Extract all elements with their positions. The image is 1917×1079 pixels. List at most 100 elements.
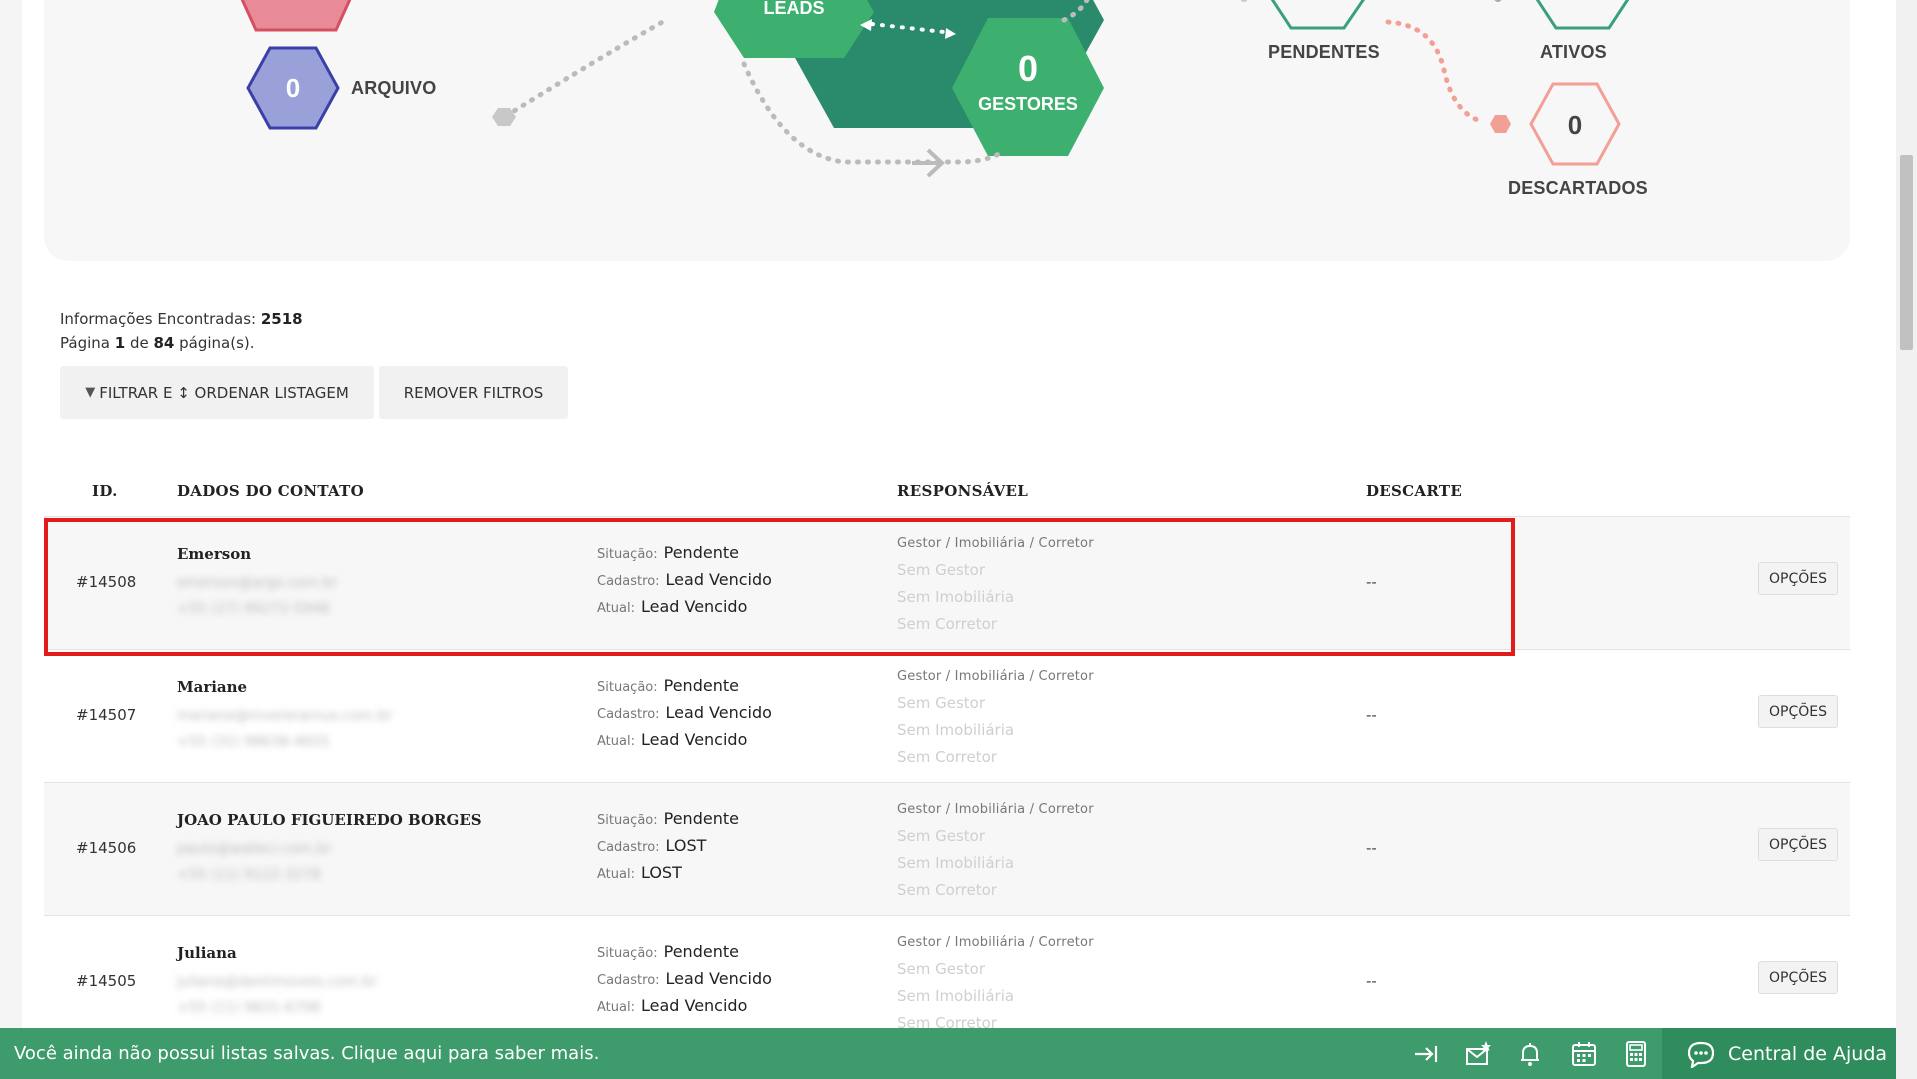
responsible-heading: Gestor / Imobiliária / Corretor [897,935,1094,950]
help-center-button[interactable]: Central de Ajuda [1662,1028,1896,1079]
scrollbar-thumb[interactable] [1900,155,1913,350]
status-value: Lead Vencido [640,597,748,616]
calendar-icon[interactable] [1570,1040,1598,1068]
calculator-icon[interactable] [1622,1040,1650,1068]
contact-email: mariane@mvererarnus.com.br [177,708,392,724]
status-value: Pendente [663,543,739,562]
responsible-heading: Gestor / Imobiliária / Corretor [897,669,1094,684]
options-button[interactable]: OPÇÕES [1758,828,1838,861]
options-button[interactable]: OPÇÕES [1758,562,1838,595]
responsible-imobiliaria: Sem Imobiliária [897,987,1015,1005]
saved-lists-message[interactable]: Você ainda não possui listas salvas. Cli… [14,1043,599,1064]
discard-value: -- [1366,573,1377,591]
status-value: LOST [640,863,682,882]
arquivo-label: ARQUIVO [351,78,437,98]
left-gutter [0,0,22,1079]
status-key: Cadastro: [597,840,660,855]
responsible-imobiliaria: Sem Imobiliária [897,721,1015,739]
discard-value: -- [1366,972,1377,990]
contact-phone: +55 (11) 9831-6798 [177,1000,321,1016]
table-row[interactable]: #14508 Emerson emerson@argo.com.br +55 (… [44,517,1850,650]
descartados-count: 0 [1567,110,1583,140]
table-row[interactable]: #14507 Mariane mariane@mvererarnus.com.b… [44,650,1850,783]
pendentes-hex [1270,0,1365,30]
contacts-table: ID. DADOS DO CONTATO RESPONSÁVEL DESCART… [44,470,1850,1049]
discard-value: -- [1366,706,1377,724]
options-button[interactable]: OPÇÕES [1758,961,1838,994]
contact-phone: +55 (27) 99272-5948 [177,601,330,617]
bottom-bar: Você ainda não possui listas salvas. Cli… [0,1028,1896,1079]
contact-phone: +55 (11) 9122-3278 [177,867,321,883]
status-key: Situação: [597,547,658,562]
ativos-label: ATIVOS [1540,42,1607,62]
contact-email: juliana@dantimoveis.com.br [177,974,378,990]
exit-arrow-icon[interactable] [1412,1040,1440,1068]
responsible-heading: Gestor / Imobiliária / Corretor [897,536,1094,551]
status-key: Atual: [597,867,635,882]
remove-filters-button[interactable]: REMOVER FILTROS [379,366,568,419]
contact-email: paulo@walleci.com.br [177,841,332,857]
responsible-gestor: Sem Gestor [897,561,986,579]
status-value: Lead Vencido [640,996,748,1015]
vertical-scrollbar[interactable] [1896,0,1917,1079]
responsible-corretor: Sem Corretor [897,748,997,766]
mail-star-icon[interactable] [1464,1040,1492,1068]
found-line: Informações Encontradas: 2518 [60,307,303,331]
page-total: 84 [153,334,175,352]
filter-sort-label: FILTRAR E ↕ ORDENAR LISTAGEM [99,383,349,402]
responsible-heading: Gestor / Imobiliária / Corretor [897,802,1094,817]
bell-icon[interactable] [1516,1040,1544,1068]
status-atual: Atual: Lead Vencido [597,730,747,749]
status-atual: Atual: Lead Vencido [597,597,747,616]
status-key: Cadastro: [597,973,660,988]
filter-icon: ▼ [85,385,96,400]
header-id: ID. [92,482,118,500]
contact-name: Mariane [177,678,248,696]
status-cadastro: Cadastro: Lead Vencido [597,570,772,589]
status-value: LOST [665,836,707,855]
table-row[interactable]: #14506 JOAO PAULO FIGUEIREDO BORGES paul… [44,783,1850,916]
status-situacao: Situação: Pendente [597,942,739,961]
status-value: Pendente [663,942,739,961]
salmon-hex-dot [1490,115,1511,133]
help-center-label: Central de Ajuda [1728,1042,1888,1065]
page-mid: de [129,334,149,352]
status-key: Atual: [597,601,635,616]
status-value: Lead Vencido [665,570,772,589]
status-value: Lead Vencido [665,703,772,722]
gestores-count: 0 [1017,48,1039,89]
options-button[interactable]: OPÇÕES [1758,695,1838,728]
contact-name: Juliana [177,944,237,962]
arquivo-count: 0 [285,73,301,103]
status-cadastro: Cadastro: Lead Vencido [597,969,772,988]
status-key: Atual: [597,1000,635,1015]
filter-sort-button[interactable]: ▼ FILTRAR E ↕ ORDENAR LISTAGEM [60,366,374,419]
page-prefix: Página [60,334,110,352]
status-atual: Atual: LOST [597,863,682,882]
row-id: #14507 [76,706,137,724]
row-id: #14506 [76,839,137,857]
discard-value: -- [1366,839,1377,857]
status-key: Atual: [597,734,635,749]
header-responsible: RESPONSÁVEL [897,482,1029,500]
row-id: #14505 [76,972,137,990]
status-cadastro: Cadastro: LOST [597,836,706,855]
found-label: Informações Encontradas: [60,310,257,328]
table-header: ID. DADOS DO CONTATO RESPONSÁVEL DESCART… [44,470,1850,517]
page-suffix: página(s). [179,334,255,352]
header-discard: DESCARTE [1366,482,1463,500]
gestores-label: GESTORES [978,94,1078,114]
descartados-label: DESCARTADOS [1508,178,1648,198]
dotted-connector-descartados [1385,19,1487,125]
remove-filters-label: REMOVER FILTROS [403,383,544,402]
responsible-corretor: Sem Corretor [897,615,997,633]
status-situacao: Situação: Pendente [597,676,739,695]
responsible-imobiliaria: Sem Imobiliária [897,854,1015,872]
responsible-corretor: Sem Corretor [897,881,997,899]
header-contact: DADOS DO CONTATO [177,482,364,500]
dotted-connector-left [503,17,669,119]
contact-email: emerson@argo.com.br [177,575,338,591]
status-situacao: Situação: Pendente [597,809,739,828]
status-value: Lead Vencido [640,730,748,749]
ativos-hex [1535,0,1630,30]
